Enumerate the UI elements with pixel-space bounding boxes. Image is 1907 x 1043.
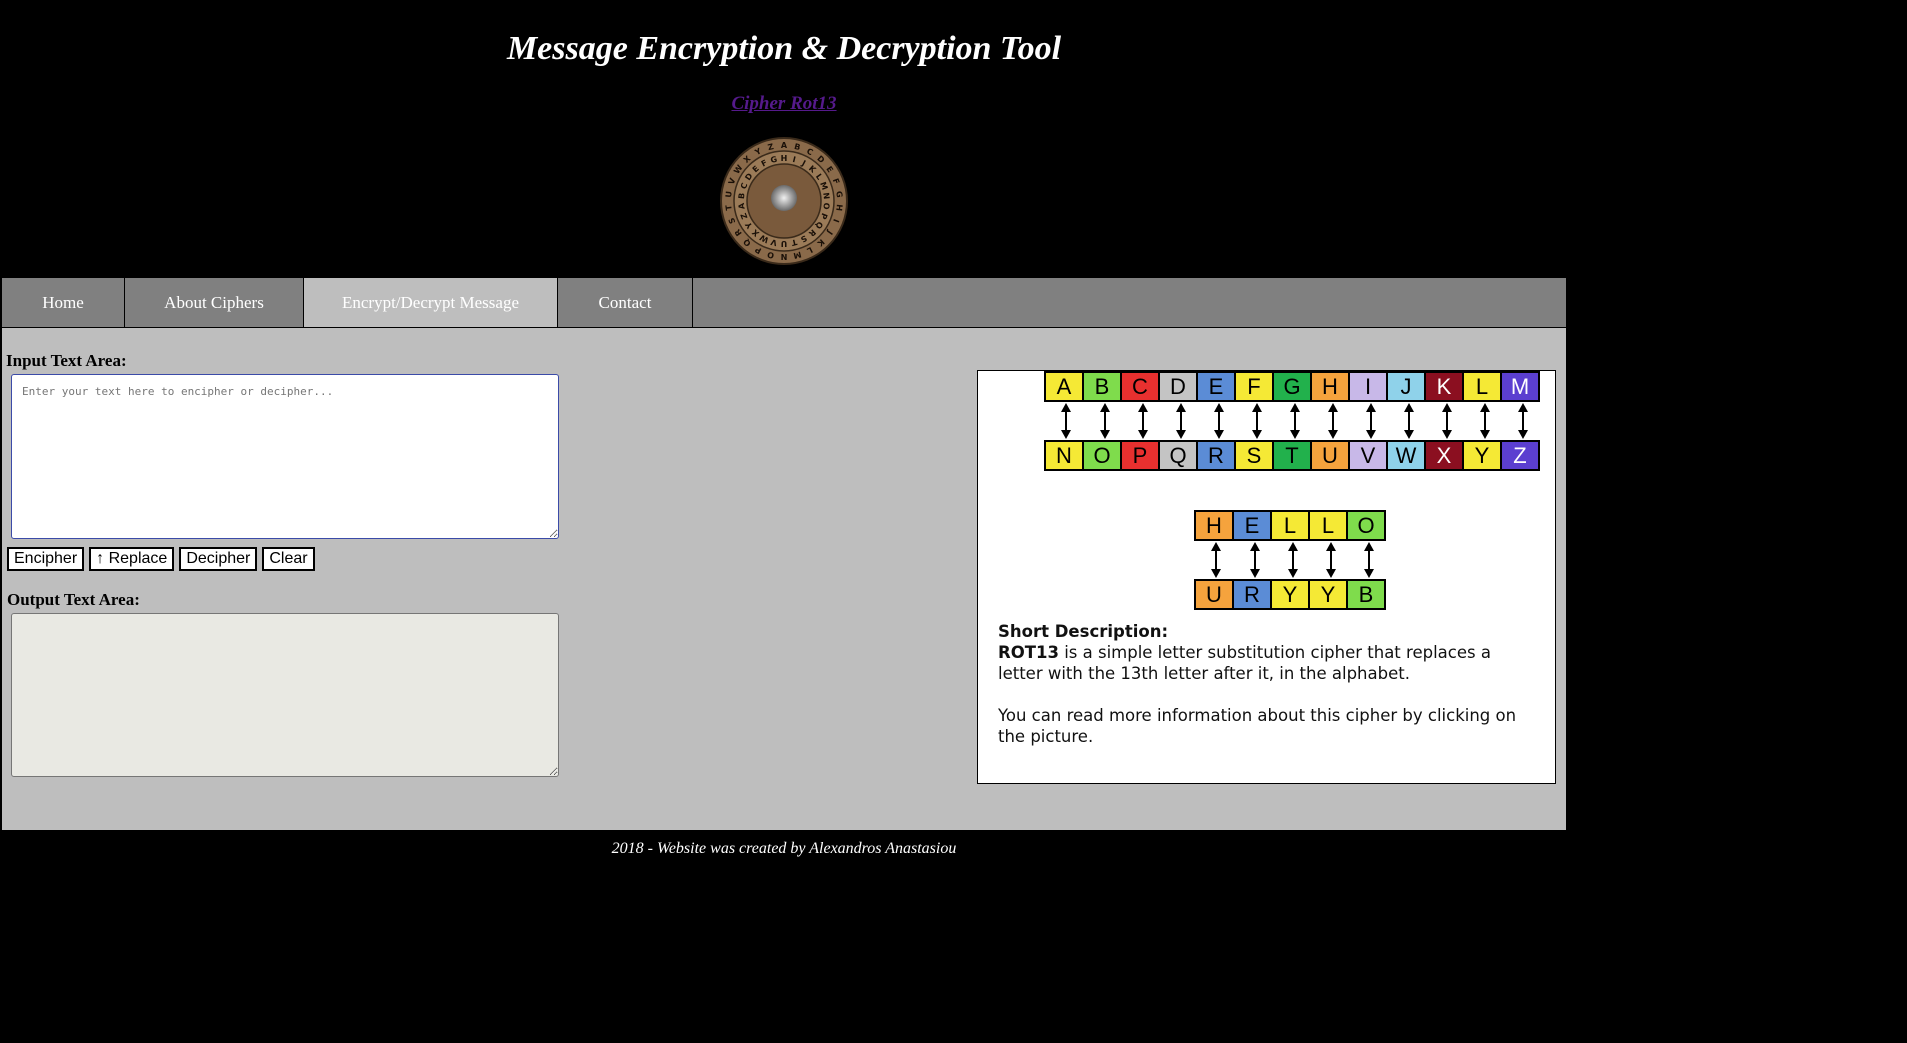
letter-cell: K <box>1424 371 1464 402</box>
letter-cell: U <box>1310 440 1350 471</box>
cipher-wheel-logo: A B CDEFGHIJKLMNOPQRSTUVWXY ZH I JKLMNOPQRSTU… <box>720 137 848 265</box>
svg-text:O: O <box>821 202 831 210</box>
example-arrows <box>1196 542 1388 578</box>
page-title: Message Encryption & Decryption Tool <box>506 30 1062 67</box>
double-arrow-icon <box>1200 403 1238 439</box>
decipher-button[interactable]: Decipher <box>179 547 258 571</box>
letter-cell: S <box>1234 440 1274 471</box>
svg-text:N: N <box>821 192 831 200</box>
description-heading: Short Description: <box>998 622 1169 641</box>
double-arrow-icon <box>1196 542 1236 578</box>
letter-cell: Y <box>1270 579 1310 610</box>
double-arrow-icon <box>1314 403 1352 439</box>
letter-cell: G <box>1272 371 1312 402</box>
letter-cell: Q <box>1158 440 1198 471</box>
nav-bar: Home About Ciphers Encrypt/Decrypt Message… <box>2 278 1566 328</box>
letter-cell: N <box>1044 440 1084 471</box>
nav-item-contact[interactable]: Contact <box>558 278 693 327</box>
action-buttons: Encipher ↑ Replace Decipher Clear <box>7 547 315 571</box>
svg-text:A: A <box>781 141 788 150</box>
output-label: Output Text Area: <box>7 590 140 609</box>
letter-cell: L <box>1462 371 1502 402</box>
double-arrow-icon <box>1046 403 1086 439</box>
letter-cell: I <box>1348 371 1388 402</box>
rot13-info-picture[interactable]: ABCDEFGHIJKLM NOPQRSTUVWXYZ HELLO URYYB … <box>977 370 1556 784</box>
letter-cell: Z <box>1500 440 1540 471</box>
letter-cell: R <box>1232 579 1272 610</box>
output-textarea[interactable] <box>11 613 559 777</box>
double-arrow-icon <box>1236 542 1274 578</box>
input-label: Input Text Area: <box>6 351 127 370</box>
replace-button[interactable]: ↑ Replace <box>89 547 175 571</box>
letter-cell: L <box>1308 510 1348 541</box>
letter-cell: C <box>1120 371 1160 402</box>
example-cipher-row: URYYB <box>1194 579 1386 610</box>
input-textarea[interactable] <box>11 374 559 539</box>
double-arrow-icon <box>1238 403 1276 439</box>
header: Message Encryption & Decryption Tool Cip… <box>0 0 1568 278</box>
description-body: is a simple letter substitution cipher t… <box>998 643 1491 683</box>
letter-cell: A <box>1044 371 1084 402</box>
letter-cell: P <box>1120 440 1160 471</box>
double-arrow-icon <box>1162 403 1200 439</box>
letter-cell: W <box>1386 440 1426 471</box>
svg-text:B: B <box>737 192 747 199</box>
double-arrow-icon <box>1350 542 1388 578</box>
cipher-rot13-link[interactable]: Cipher Rot13 <box>731 93 836 114</box>
footer: 2018 - Website was created by Alexandros… <box>0 830 1568 858</box>
example-plain-row: HELLO <box>1194 510 1386 541</box>
letter-cell: H <box>1310 371 1350 402</box>
svg-text:G: G <box>834 191 844 199</box>
letter-cell: O <box>1346 510 1386 541</box>
letter-cell: H <box>1194 510 1234 541</box>
letter-cell: D <box>1158 371 1198 402</box>
letter-cell: L <box>1270 510 1310 541</box>
double-arrow-icon <box>1124 403 1162 439</box>
svg-text:N: N <box>781 252 788 261</box>
svg-text:H: H <box>834 204 844 212</box>
double-arrow-icon <box>1504 403 1542 439</box>
double-arrow-icon <box>1352 403 1390 439</box>
nav-item-about-ciphers[interactable]: About Ciphers <box>125 278 304 327</box>
letter-cell: Y <box>1462 440 1502 471</box>
svg-text:H: H <box>781 154 788 163</box>
alphabet-arrows <box>1046 403 1542 439</box>
encipher-button[interactable]: Encipher <box>7 547 85 571</box>
letter-cell: F <box>1234 371 1274 402</box>
letter-cell: V <box>1348 440 1388 471</box>
nav-item-encrypt-decrypt-message[interactable]: Encrypt/Decrypt Message <box>304 278 558 327</box>
main-content: Input Text Area: Encipher ↑ Replace Deci… <box>2 328 1566 830</box>
svg-text:U: U <box>781 239 788 248</box>
rot13-term: ROT13 <box>998 643 1059 662</box>
alphabet-top-row: ABCDEFGHIJKLM <box>1044 371 1540 402</box>
letter-cell: Y <box>1308 579 1348 610</box>
letter-cell: B <box>1082 371 1122 402</box>
double-arrow-icon <box>1390 403 1428 439</box>
letter-cell: T <box>1272 440 1312 471</box>
svg-text:U: U <box>724 191 734 199</box>
letter-cell: J <box>1386 371 1426 402</box>
nav-item-home[interactable]: Home <box>2 278 125 327</box>
description: Short Description: ROT13 is a simple let… <box>998 621 1538 747</box>
double-arrow-icon <box>1428 403 1466 439</box>
letter-cell: R <box>1196 440 1236 471</box>
letter-cell: B <box>1346 579 1386 610</box>
letter-cell: U <box>1194 579 1234 610</box>
double-arrow-icon <box>1274 542 1312 578</box>
description-more: You can read more information about this… <box>998 706 1517 746</box>
letter-cell: E <box>1232 510 1272 541</box>
clear-button[interactable]: Clear <box>262 547 315 571</box>
letter-cell: O <box>1082 440 1122 471</box>
letter-cell: E <box>1196 371 1236 402</box>
letter-cell: M <box>1500 371 1540 402</box>
double-arrow-icon <box>1276 403 1314 439</box>
double-arrow-icon <box>1466 403 1504 439</box>
double-arrow-icon <box>1086 403 1124 439</box>
alphabet-bottom-row: NOPQRSTUVWXYZ <box>1044 440 1540 471</box>
letter-cell: X <box>1424 440 1464 471</box>
description-text: ROT13 is a simple letter substitution ci… <box>998 642 1538 684</box>
cipher-subtitle: Cipher Rot13 <box>0 93 1568 115</box>
double-arrow-icon <box>1312 542 1350 578</box>
